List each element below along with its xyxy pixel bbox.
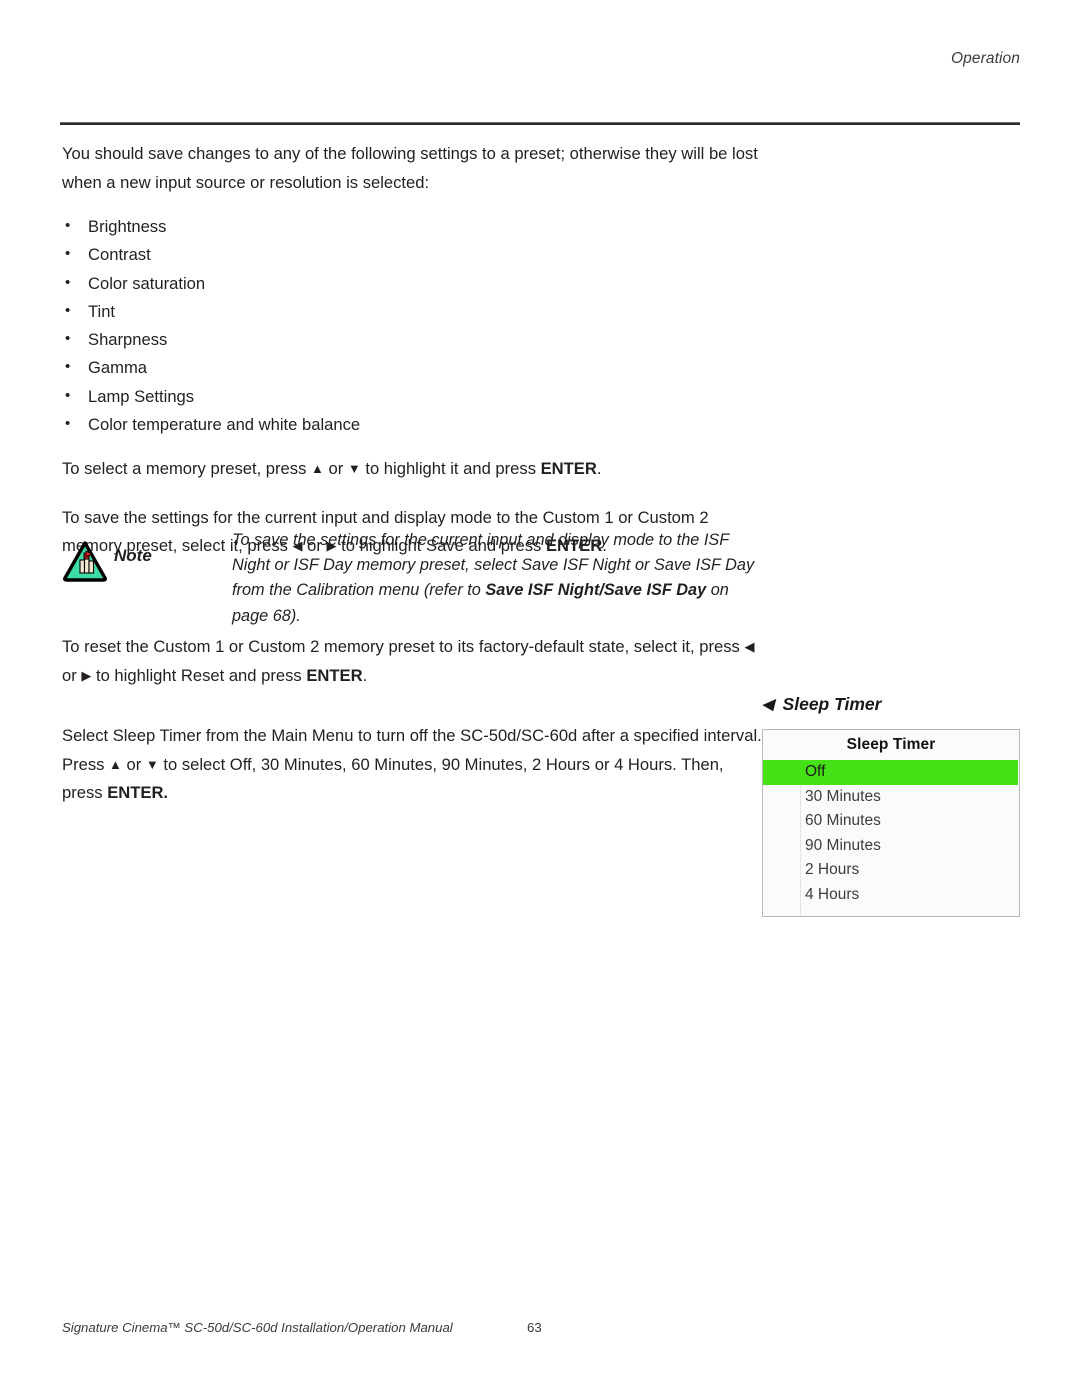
up-arrow-icon: ▲: [311, 461, 324, 477]
osd-option-list: Off 30 Minutes 60 Minutes 90 Minutes 2 H…: [763, 760, 1019, 907]
note-text: To save the settings for the current inp…: [232, 528, 764, 629]
text-fragment: To reset the Custom 1 or Custom 2 memory…: [62, 637, 745, 656]
text-fragment: to highlight it and press: [360, 459, 541, 479]
osd-option-60-minutes[interactable]: 60 Minutes: [763, 809, 1019, 834]
list-item: Contrast: [62, 240, 762, 269]
osd-option-2-hours[interactable]: 2 Hours: [763, 858, 1019, 883]
reset-preset-paragraph: To reset the Custom 1 or Custom 2 memory…: [62, 633, 762, 690]
osd-option-30-minutes[interactable]: 30 Minutes: [763, 785, 1019, 810]
figure-caption: ◀ Sleep Timer: [762, 694, 1024, 715]
select-preset-paragraph: To select a memory preset, press ▲ or ▼ …: [62, 455, 762, 484]
list-item: Lamp Settings: [62, 382, 762, 411]
list-item: Gamma: [62, 353, 762, 382]
body-column-upper: You should save changes to any of the fo…: [62, 140, 762, 581]
header-rule: [60, 122, 1020, 125]
list-item: Color saturation: [62, 269, 762, 298]
footer-manual-title: Signature Cinema™ SC-50d/SC-60d Installa…: [62, 1320, 453, 1335]
note-reference-bold: Save ISF Night/Save ISF Day: [485, 581, 707, 600]
intro-line-1: You should save changes to any of the fo…: [62, 144, 705, 163]
enter-key-label: ENTER: [306, 665, 363, 685]
list-item: Tint: [62, 297, 762, 326]
sleep-timer-paragraph: Select Sleep Timer from the Main Menu to…: [62, 722, 762, 808]
sleep-timer-figure: ◀ Sleep Timer Sleep Timer ‵ Off 30 Minut…: [762, 694, 1024, 917]
body-column-lower: To reset the Custom 1 or Custom 2 memory…: [62, 633, 762, 828]
figure-caption-label: Sleep Timer: [782, 694, 882, 714]
osd-option-4-hours[interactable]: 4 Hours: [763, 883, 1019, 908]
text-fragment: to highlight Reset and press: [91, 665, 307, 685]
down-arrow-icon: ▼: [145, 756, 159, 772]
running-header: Operation: [951, 50, 1020, 67]
text-fragment: or: [121, 754, 146, 774]
intro-paragraph: You should save changes to any of the fo…: [62, 140, 762, 197]
osd-menu-title: Sleep Timer: [846, 736, 936, 753]
text-fragment: .: [362, 665, 368, 685]
text-fragment: or: [323, 459, 348, 479]
osd-option-off[interactable]: Off: [763, 760, 1018, 785]
footer-page-number: 63: [527, 1320, 542, 1335]
enter-key-label: ENTER.: [107, 783, 169, 802]
enter-key-label: ENTER: [540, 459, 597, 479]
right-arrow-icon: ▶: [81, 667, 92, 683]
settings-bullet-list: Brightness Contrast Color saturation Tin…: [62, 212, 762, 439]
up-arrow-icon: ▲: [109, 756, 122, 772]
text-fragment: To select a memory preset, press: [62, 459, 311, 479]
osd-option-90-minutes[interactable]: 90 Minutes: [763, 834, 1019, 859]
text-fragment: .: [596, 459, 602, 479]
left-arrow-icon: ◀: [762, 696, 774, 713]
document-page: Operation You should save changes to any…: [0, 0, 1080, 1397]
page-footer: Signature Cinema™ SC-50d/SC-60d Installa…: [62, 1320, 1022, 1335]
note-label: Note: [114, 546, 152, 565]
osd-sleep-timer-menu[interactable]: Sleep Timer ‵ Off 30 Minutes 60 Minutes …: [762, 729, 1020, 917]
down-arrow-icon: ▼: [347, 461, 361, 477]
note-callout: Note To save the settings for the curren…: [62, 528, 762, 628]
list-item: Color temperature and white balance: [62, 410, 762, 439]
note-triangle-hand-icon: [62, 540, 108, 582]
text-fragment: or: [62, 665, 82, 685]
left-arrow-icon: ◀: [744, 639, 755, 654]
list-item: Brightness: [62, 212, 762, 241]
list-item: Sharpness: [62, 325, 762, 354]
